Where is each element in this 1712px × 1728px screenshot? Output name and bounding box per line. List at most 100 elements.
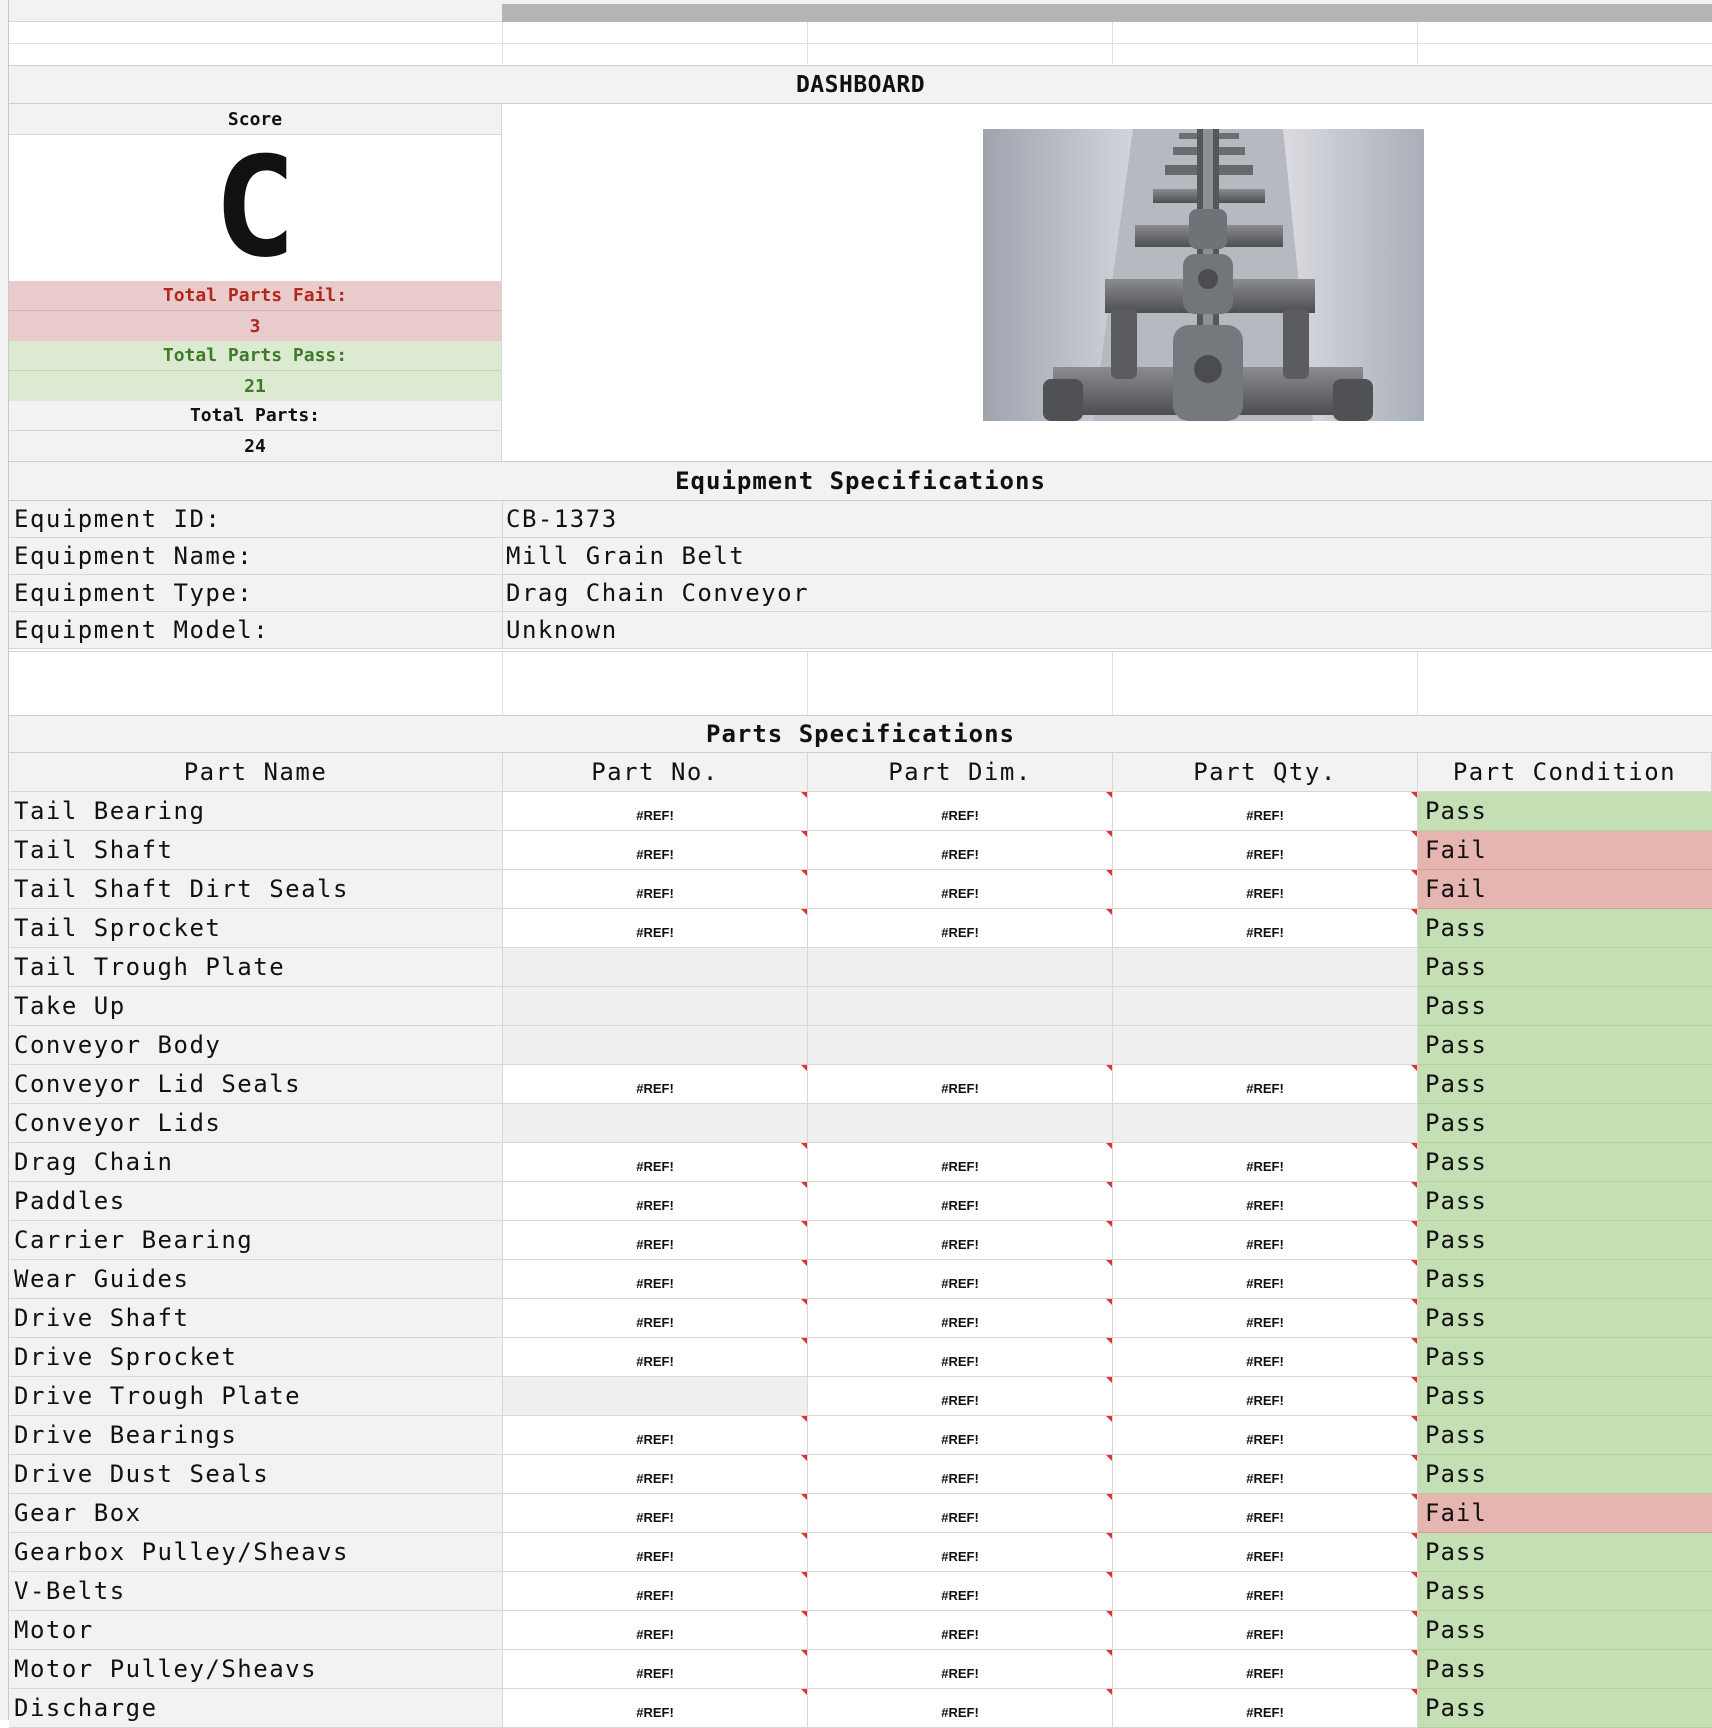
part-name-cell[interactable]: Tail Bearing	[9, 792, 503, 831]
part-no-cell[interactable]: #REF!	[503, 1572, 808, 1611]
header-part-qty[interactable]: Part Qty.	[1113, 753, 1418, 792]
part-name-cell[interactable]: Gearbox Pulley/Sheavs	[9, 1533, 503, 1572]
part-condition-cell[interactable]: Pass	[1418, 1143, 1712, 1182]
part-dim-cell[interactable]: #REF!	[808, 1689, 1113, 1728]
part-condition-cell[interactable]: Pass	[1418, 1455, 1712, 1494]
part-dim-cell[interactable]: #REF!	[808, 1143, 1113, 1182]
part-name-cell[interactable]: Drive Shaft	[9, 1299, 503, 1338]
part-name-cell[interactable]: Paddles	[9, 1182, 503, 1221]
part-name-cell[interactable]: Discharge	[9, 1689, 503, 1728]
part-dim-cell[interactable]: #REF!	[808, 792, 1113, 831]
part-name-cell[interactable]: Conveyor Lid Seals	[9, 1065, 503, 1104]
part-dim-cell[interactable]: #REF!	[808, 1338, 1113, 1377]
part-no-cell[interactable]: #REF!	[503, 1143, 808, 1182]
part-condition-cell[interactable]: Pass	[1418, 948, 1712, 987]
part-condition-cell[interactable]: Pass	[1418, 1104, 1712, 1143]
part-qty-cell[interactable]	[1113, 1104, 1418, 1143]
part-no-cell[interactable]: #REF!	[503, 909, 808, 948]
part-qty-cell[interactable]: #REF!	[1113, 831, 1418, 870]
part-condition-cell[interactable]: Pass	[1418, 1338, 1712, 1377]
part-no-cell[interactable]: #REF!	[503, 1260, 808, 1299]
part-condition-cell[interactable]: Fail	[1418, 1494, 1712, 1533]
equipment-label-cell[interactable]: Equipment Name:	[9, 538, 503, 575]
part-name-cell[interactable]: Tail Sprocket	[9, 909, 503, 948]
part-dim-cell[interactable]: #REF!	[808, 870, 1113, 909]
row-gutter[interactable]	[0, 0, 9, 1720]
part-no-cell[interactable]: #REF!	[503, 1221, 808, 1260]
header-part-condition[interactable]: Part Condition	[1418, 753, 1712, 792]
part-dim-cell[interactable]	[808, 1026, 1113, 1065]
header-part-name[interactable]: Part Name	[9, 753, 503, 792]
part-no-cell[interactable]: #REF!	[503, 831, 808, 870]
equipment-label-cell[interactable]: Equipment Type:	[9, 575, 503, 612]
equipment-value-cell[interactable]: Mill Grain Belt	[503, 538, 1712, 575]
part-condition-cell[interactable]: Pass	[1418, 1650, 1712, 1689]
part-name-cell[interactable]: V-Belts	[9, 1572, 503, 1611]
part-no-cell[interactable]: #REF!	[503, 1533, 808, 1572]
equipment-value-cell[interactable]: Drag Chain Conveyor	[503, 575, 1712, 612]
part-qty-cell[interactable]: #REF!	[1113, 1143, 1418, 1182]
part-qty-cell[interactable]: #REF!	[1113, 1611, 1418, 1650]
part-no-cell[interactable]	[503, 1026, 808, 1065]
part-name-cell[interactable]: Conveyor Body	[9, 1026, 503, 1065]
part-no-cell[interactable]	[503, 1377, 808, 1416]
part-dim-cell[interactable]: #REF!	[808, 1650, 1113, 1689]
part-qty-cell[interactable]	[1113, 987, 1418, 1026]
part-qty-cell[interactable]: #REF!	[1113, 1416, 1418, 1455]
part-condition-cell[interactable]: Pass	[1418, 987, 1712, 1026]
part-dim-cell[interactable]: #REF!	[808, 1182, 1113, 1221]
part-condition-cell[interactable]: Fail	[1418, 831, 1712, 870]
part-no-cell[interactable]: #REF!	[503, 1689, 808, 1728]
part-no-cell[interactable]: #REF!	[503, 1416, 808, 1455]
part-dim-cell[interactable]	[808, 948, 1113, 987]
part-no-cell[interactable]: #REF!	[503, 1650, 808, 1689]
part-qty-cell[interactable]: #REF!	[1113, 1494, 1418, 1533]
part-name-cell[interactable]: Drive Dust Seals	[9, 1455, 503, 1494]
part-qty-cell[interactable]: #REF!	[1113, 1377, 1418, 1416]
part-no-cell[interactable]	[503, 1104, 808, 1143]
part-qty-cell[interactable]: #REF!	[1113, 1065, 1418, 1104]
part-condition-cell[interactable]: Pass	[1418, 1260, 1712, 1299]
part-no-cell[interactable]: #REF!	[503, 870, 808, 909]
part-qty-cell[interactable]: #REF!	[1113, 1455, 1418, 1494]
part-qty-cell[interactable]: #REF!	[1113, 1650, 1418, 1689]
equipment-label-cell[interactable]: Equipment ID:	[9, 501, 503, 538]
part-no-cell[interactable]: #REF!	[503, 1182, 808, 1221]
part-no-cell[interactable]: #REF!	[503, 1065, 808, 1104]
part-qty-cell[interactable]: #REF!	[1113, 909, 1418, 948]
part-name-cell[interactable]: Take Up	[9, 987, 503, 1026]
part-qty-cell[interactable]: #REF!	[1113, 1182, 1418, 1221]
part-qty-cell[interactable]: #REF!	[1113, 1689, 1418, 1728]
part-no-cell[interactable]: #REF!	[503, 1299, 808, 1338]
part-name-cell[interactable]: Drive Sprocket	[9, 1338, 503, 1377]
part-condition-cell[interactable]: Pass	[1418, 792, 1712, 831]
part-qty-cell[interactable]: #REF!	[1113, 1533, 1418, 1572]
part-qty-cell[interactable]	[1113, 948, 1418, 987]
part-condition-cell[interactable]: Pass	[1418, 1533, 1712, 1572]
part-dim-cell[interactable]: #REF!	[808, 1572, 1113, 1611]
part-name-cell[interactable]: Drive Trough Plate	[9, 1377, 503, 1416]
part-dim-cell[interactable]: #REF!	[808, 1299, 1113, 1338]
part-name-cell[interactable]: Wear Guides	[9, 1260, 503, 1299]
part-condition-cell[interactable]: Pass	[1418, 1182, 1712, 1221]
part-dim-cell[interactable]: #REF!	[808, 1221, 1113, 1260]
part-condition-cell[interactable]: Pass	[1418, 1572, 1712, 1611]
part-condition-cell[interactable]: Pass	[1418, 909, 1712, 948]
equipment-value-cell[interactable]: Unknown	[503, 612, 1712, 649]
part-name-cell[interactable]: Motor Pulley/Sheavs	[9, 1650, 503, 1689]
part-name-cell[interactable]: Carrier Bearing	[9, 1221, 503, 1260]
part-condition-cell[interactable]: Pass	[1418, 1689, 1712, 1728]
part-no-cell[interactable]: #REF!	[503, 792, 808, 831]
part-condition-cell[interactable]: Pass	[1418, 1377, 1712, 1416]
part-name-cell[interactable]: Motor	[9, 1611, 503, 1650]
part-name-cell[interactable]: Drive Bearings	[9, 1416, 503, 1455]
part-condition-cell[interactable]: Pass	[1418, 1221, 1712, 1260]
part-condition-cell[interactable]: Pass	[1418, 1065, 1712, 1104]
part-condition-cell[interactable]: Pass	[1418, 1026, 1712, 1065]
part-dim-cell[interactable]: #REF!	[808, 1065, 1113, 1104]
part-dim-cell[interactable]	[808, 1104, 1113, 1143]
part-name-cell[interactable]: Gear Box	[9, 1494, 503, 1533]
part-dim-cell[interactable]: #REF!	[808, 1260, 1113, 1299]
equipment-value-cell[interactable]: CB-1373	[503, 501, 1712, 538]
part-condition-cell[interactable]: Pass	[1418, 1416, 1712, 1455]
